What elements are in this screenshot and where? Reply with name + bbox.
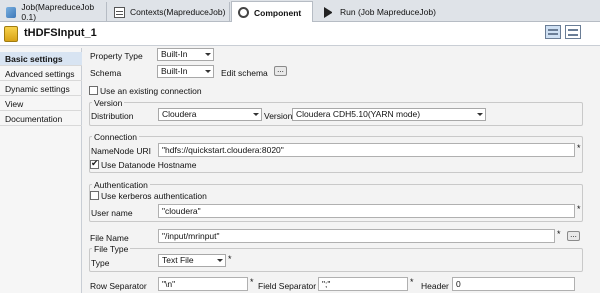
required-mark: *	[228, 254, 232, 264]
tab-job-label: Job(MapreduceJob 0.1)	[21, 2, 95, 22]
version-group-title: Version	[92, 98, 125, 108]
chevron-down-icon	[253, 113, 259, 116]
field-separator-input[interactable]: ";"	[318, 277, 408, 291]
field-separator-label: Field Separator	[258, 281, 317, 291]
use-datanode-hostname-label: Use Datanode Hostname	[101, 160, 197, 170]
use-datanode-hostname-checkbox[interactable]	[90, 158, 99, 169]
chevron-down-icon	[217, 259, 223, 262]
authentication-group-title: Authentication	[92, 180, 150, 190]
form-view-button[interactable]	[565, 25, 581, 39]
tab-job[interactable]: Job(MapreduceJob 0.1)	[0, 2, 107, 22]
version-label: Version	[264, 111, 293, 121]
component-title: tHDFSInput_1	[24, 27, 97, 39]
sidebar-item-view[interactable]: View	[0, 97, 82, 111]
tab-component[interactable]: Component	[231, 1, 313, 23]
header-label: Header	[421, 281, 449, 291]
job-icon	[6, 6, 17, 18]
use-kerberos-label: Use kerberos authentication	[101, 191, 207, 201]
use-kerberos-checkbox[interactable]	[90, 191, 99, 200]
required-mark: *	[577, 204, 581, 214]
tab-run[interactable]: Run (Job MapreduceJob)	[318, 2, 443, 22]
file-type-label: Type	[91, 258, 110, 268]
required-mark: *	[577, 143, 581, 153]
schema-select[interactable]: Built-In	[157, 65, 214, 78]
browse-file-button[interactable]: ...	[567, 231, 580, 241]
header-input[interactable]: 0	[452, 277, 575, 291]
sidebar-item-basic-settings[interactable]: Basic settings	[0, 52, 82, 66]
namenode-uri-input[interactable]: "hdfs://quickstart.cloudera:8020"	[158, 143, 575, 157]
distribution-select[interactable]: Cloudera	[158, 108, 262, 121]
required-mark: *	[410, 277, 414, 287]
user-name-input[interactable]: "cloudera"	[158, 204, 575, 218]
tab-contexts-label: Contexts(MapreduceJob)	[130, 7, 226, 17]
user-name-label: User name	[91, 208, 133, 218]
distribution-value: Cloudera	[162, 109, 197, 119]
property-type-select[interactable]: Built-In	[157, 48, 214, 61]
file-type-select[interactable]: Text File	[158, 254, 226, 267]
chevron-down-icon	[205, 70, 211, 73]
version-select[interactable]: Cloudera CDH5.10(YARN mode)	[292, 108, 486, 121]
tab-component-label: Component	[254, 7, 302, 18]
tab-run-label: Run (Job MapreduceJob)	[340, 7, 436, 17]
namenode-uri-label: NameNode URI	[91, 146, 151, 156]
property-type-value: Built-In	[161, 49, 188, 59]
editor-tab-bar: Job(MapreduceJob 0.1) Contexts(Mapreduce…	[0, 0, 600, 23]
settings-sidebar: Basic settings Advanced settings Dynamic…	[0, 48, 82, 293]
file-name-input[interactable]: "/input/mrinput"	[158, 229, 555, 243]
contexts-icon	[114, 6, 125, 18]
edit-schema-label: Edit schema	[221, 68, 268, 78]
hdfs-component-icon	[4, 26, 18, 42]
row-separator-input[interactable]: "\n"	[158, 277, 248, 291]
component-icon	[238, 7, 249, 18]
sidebar-item-documentation[interactable]: Documentation	[0, 112, 82, 126]
edit-schema-button[interactable]: ...	[274, 66, 287, 76]
connection-group-title: Connection	[92, 132, 140, 142]
file-name-label: File Name	[90, 233, 129, 243]
property-type-label: Property Type	[90, 51, 143, 61]
schema-label: Schema	[90, 68, 122, 78]
file-type-group-title: File Type	[92, 244, 131, 254]
required-mark: *	[250, 277, 254, 287]
row-separator-label: Row Separator	[90, 281, 147, 291]
chevron-down-icon	[205, 53, 211, 56]
tab-contexts[interactable]: Contexts(MapreduceJob)	[108, 2, 230, 22]
required-mark: *	[557, 229, 561, 239]
run-icon	[324, 6, 335, 18]
use-existing-connection-checkbox[interactable]	[89, 86, 98, 95]
file-type-value: Text File	[162, 255, 194, 265]
distribution-label: Distribution	[91, 111, 134, 121]
use-existing-connection-label: Use an existing connection	[100, 86, 202, 96]
sidebar-item-advanced-settings[interactable]: Advanced settings	[0, 67, 82, 81]
chevron-down-icon	[477, 113, 483, 116]
table-view-button[interactable]	[545, 25, 561, 39]
version-value: Cloudera CDH5.10(YARN mode)	[296, 109, 421, 119]
schema-value: Built-In	[161, 66, 188, 76]
sidebar-item-dynamic-settings[interactable]: Dynamic settings	[0, 82, 82, 96]
